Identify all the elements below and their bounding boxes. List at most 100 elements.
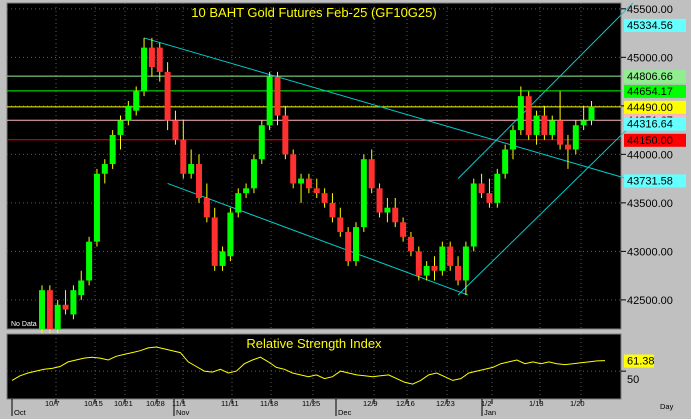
y-tick-label: 43500.00 (627, 198, 673, 210)
x-month-label: Jan (484, 408, 496, 417)
candle-body (313, 188, 320, 194)
price-plot-area[interactable] (6, 2, 622, 330)
candle-body (203, 198, 210, 218)
rsi-value-label: 61.38 (627, 356, 655, 368)
x-date-label: 11/18 (260, 399, 278, 408)
candle-body (62, 304, 69, 310)
rsi-title: Relative Strength Index (246, 336, 382, 351)
y-tick-label: 43000.00 (627, 246, 673, 258)
y-tick-label: 45000.00 (627, 52, 673, 64)
level-label: 44806.66 (627, 71, 673, 83)
level-label: 43731.58 (627, 175, 673, 187)
candle-body (219, 251, 226, 266)
candle-body (470, 183, 477, 247)
candle-body (235, 193, 242, 213)
candle-body (172, 120, 179, 140)
x-month-label: Nov (176, 408, 190, 417)
candle-body (337, 217, 344, 232)
rsi-tick-label: 50 (627, 374, 639, 386)
candle-body (39, 290, 45, 329)
candle-body (360, 159, 367, 228)
candle-body (533, 115, 540, 135)
candle-body (368, 159, 375, 189)
candle-body (243, 188, 250, 194)
level-label: 44490.00 (627, 102, 673, 114)
candle-body (305, 178, 312, 189)
candle-body (564, 144, 571, 150)
no-data-label: No Data (11, 321, 37, 328)
x-date-label: 11/11 (221, 399, 239, 408)
level-label: 45334.56 (627, 20, 673, 32)
x-month-label: Dec (338, 408, 352, 417)
x-date-label: 12/9 (363, 399, 378, 408)
y-tick-label: 45500.00 (627, 4, 673, 16)
candle-body (447, 246, 454, 266)
candle-body (70, 290, 77, 315)
y-tick-label: 44000.00 (627, 149, 673, 161)
level-labels: 44806.6644654.1744490.0044351.6744150.00… (624, 18, 686, 188)
x-month-label: Oct (14, 408, 27, 417)
candle-body (392, 207, 399, 223)
candle-body (274, 76, 281, 116)
candle-body (517, 96, 524, 131)
candle-body (345, 231, 352, 262)
candle-body (455, 265, 462, 281)
candle-body (376, 188, 383, 213)
x-date-label: 1/13 (529, 399, 544, 408)
candle-body (86, 241, 93, 281)
candle-body (588, 106, 595, 121)
candle-body (439, 246, 446, 271)
y-axis: 42500.0043000.0043500.0044000.0044500.00… (621, 4, 673, 307)
candle-body (462, 246, 469, 281)
candle-body (109, 134, 116, 165)
candle-body (101, 164, 108, 174)
candle-body (250, 159, 257, 189)
level-label: 44316.64 (627, 119, 673, 131)
candle-body (258, 125, 265, 160)
level-label: 44150.00 (627, 135, 673, 147)
candle-body (227, 212, 234, 257)
candle-body (329, 202, 336, 218)
x-date-label: 10/28 (146, 399, 165, 408)
candle-body (266, 76, 273, 126)
candle-body (572, 125, 579, 150)
candle-body (400, 222, 407, 237)
candle-body (211, 217, 218, 266)
candle-body (415, 251, 422, 276)
x-date-label: 10/21 (114, 399, 133, 408)
candle-body (180, 139, 187, 174)
chart-window: 10 BAHT Gold Futures Feb-25 (GF10G25) No… (0, 0, 691, 419)
candle-body (353, 227, 359, 262)
candle-body (196, 164, 202, 199)
rsi-labels: 61.38 50 (621, 354, 655, 386)
candle-body (125, 105, 132, 121)
candle-body (156, 47, 163, 72)
candle-body (93, 173, 100, 242)
candle-body (407, 236, 414, 252)
chart-title: 10 BAHT Gold Futures Feb-25 (GF10G25) (191, 5, 436, 20)
candle-body (290, 154, 297, 184)
candle-body (478, 183, 485, 194)
candle-body (46, 290, 53, 329)
candle-body (133, 91, 140, 111)
candle-body (148, 47, 155, 68)
candle-body (494, 173, 501, 203)
x-date-label: 1/2 (481, 399, 491, 408)
candle-body (502, 149, 509, 174)
x-date-label: 11/25 (302, 399, 320, 408)
candle-body (141, 47, 148, 92)
candle-body (282, 115, 289, 155)
level-label: 44654.17 (627, 86, 673, 98)
candle-body (549, 120, 556, 135)
x-date-label: 12/16 (396, 399, 415, 408)
candle-body (431, 265, 438, 271)
price-chart[interactable]: 10 BAHT Gold Futures Feb-25 (GF10G25) No… (0, 0, 691, 419)
candle-body (423, 265, 430, 276)
candle-body (188, 164, 195, 174)
candle-body (510, 130, 516, 150)
x-axis: 10/7 10/15 10/21 10/28 11/1 11/11 11/18 11/25 12… (11, 399, 674, 417)
x-unit-label: Day (660, 402, 674, 411)
candle-body (557, 120, 564, 145)
candle-body (525, 96, 532, 135)
candle-body (117, 120, 124, 135)
